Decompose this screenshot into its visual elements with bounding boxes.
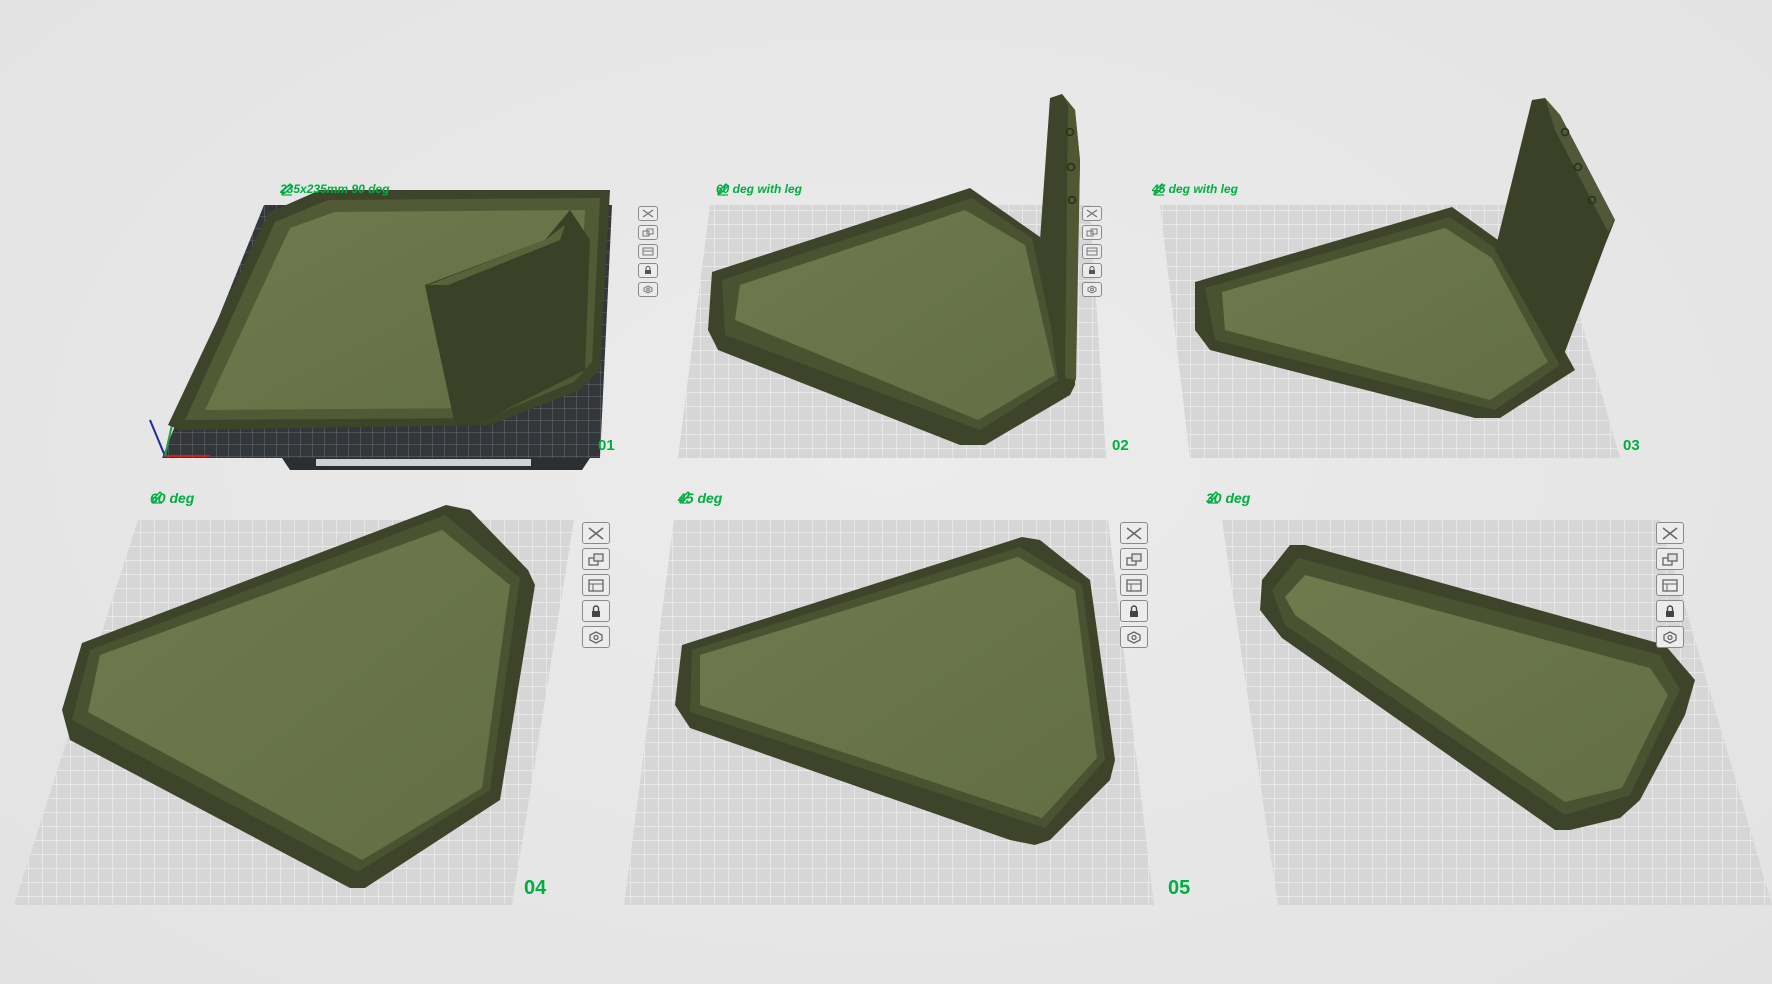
plate-05-number: 05 bbox=[1168, 877, 1191, 899]
arrange-icon bbox=[1126, 552, 1142, 566]
lock-icon bbox=[1130, 604, 1138, 617]
lock-icon bbox=[1666, 604, 1674, 617]
slice-plate-icon bbox=[588, 578, 604, 592]
plates-scene bbox=[14, 94, 1772, 905]
settings-icon bbox=[589, 630, 603, 644]
plate-01-toolbar bbox=[638, 206, 658, 297]
settings-icon bbox=[1127, 630, 1141, 644]
slice-plate-icon bbox=[1662, 578, 1678, 592]
plate-02-name[interactable]: 60 deg with leg bbox=[716, 182, 802, 196]
arrange-icon bbox=[1086, 228, 1098, 237]
close-plate-button[interactable] bbox=[1656, 522, 1684, 544]
slice-plate-button[interactable] bbox=[1120, 574, 1148, 596]
slice-plate-icon bbox=[642, 247, 654, 256]
close-icon bbox=[1662, 526, 1678, 540]
plate-06-name[interactable]: 30 deg bbox=[1206, 490, 1250, 506]
slice-plate-icon bbox=[1086, 247, 1098, 256]
edit-pencil-icon[interactable] bbox=[150, 490, 164, 504]
plate-04-number: 04 bbox=[524, 877, 547, 899]
arrange-plate-button[interactable] bbox=[1082, 225, 1102, 240]
3d-viewport[interactable]: 235x235mm 90 deg 60 deg with leg 45 deg … bbox=[0, 0, 1772, 984]
plate-02-number: 02 bbox=[1112, 437, 1129, 454]
slice-plate-button[interactable] bbox=[638, 244, 658, 259]
edit-pencil-icon[interactable] bbox=[716, 182, 730, 196]
lock-icon bbox=[645, 266, 651, 274]
settings-icon bbox=[643, 285, 653, 294]
lock-icon bbox=[592, 604, 600, 617]
plate-settings-button[interactable] bbox=[1082, 282, 1102, 297]
slice-plate-button[interactable] bbox=[1082, 244, 1102, 259]
arrange-icon bbox=[1662, 552, 1678, 566]
plate-01-name-text: 235x235mm 90 deg bbox=[280, 182, 390, 196]
lock-plate-button[interactable] bbox=[1120, 600, 1148, 622]
settings-icon bbox=[1087, 285, 1097, 294]
model-01[interactable] bbox=[168, 190, 610, 430]
lock-plate-button[interactable] bbox=[638, 263, 658, 278]
plate-05-toolbar bbox=[1120, 522, 1148, 648]
plate-settings-button[interactable] bbox=[582, 626, 610, 648]
close-plate-button[interactable] bbox=[1082, 206, 1102, 221]
close-icon bbox=[642, 209, 654, 218]
plate-settings-button[interactable] bbox=[1656, 626, 1684, 648]
edit-pencil-icon[interactable] bbox=[1206, 490, 1220, 504]
lock-icon bbox=[1089, 266, 1095, 274]
plate-04-name[interactable]: 60 deg bbox=[150, 490, 194, 506]
plate-03-number: 03 bbox=[1623, 437, 1640, 454]
plate-settings-button[interactable] bbox=[638, 282, 658, 297]
arrange-plate-button[interactable] bbox=[638, 225, 658, 240]
close-plate-button[interactable] bbox=[582, 522, 610, 544]
plate-03-name[interactable]: 45 deg with leg bbox=[1152, 182, 1238, 196]
slice-plate-button[interactable] bbox=[582, 574, 610, 596]
close-icon bbox=[1086, 209, 1098, 218]
plate-01-name[interactable]: 235x235mm 90 deg bbox=[280, 182, 389, 196]
arrange-icon bbox=[642, 228, 654, 237]
edit-pencil-icon[interactable] bbox=[280, 182, 294, 196]
arrange-plate-button[interactable] bbox=[1656, 548, 1684, 570]
arrange-icon bbox=[588, 552, 604, 566]
plate-01-number: 01 bbox=[598, 437, 615, 454]
close-plate-button[interactable] bbox=[1120, 522, 1148, 544]
settings-icon bbox=[1663, 630, 1677, 644]
close-icon bbox=[1126, 526, 1142, 540]
lock-plate-button[interactable] bbox=[1656, 600, 1684, 622]
lock-plate-button[interactable] bbox=[582, 600, 610, 622]
plate-02-toolbar bbox=[1082, 206, 1102, 297]
plate-06-toolbar bbox=[1656, 522, 1684, 648]
close-icon bbox=[588, 526, 604, 540]
edit-pencil-icon[interactable] bbox=[1152, 182, 1166, 196]
plate-04-toolbar bbox=[582, 522, 610, 648]
edit-pencil-icon[interactable] bbox=[678, 490, 692, 504]
slice-plate-icon bbox=[1126, 578, 1142, 592]
slice-plate-button[interactable] bbox=[1656, 574, 1684, 596]
lock-plate-button[interactable] bbox=[1082, 263, 1102, 278]
close-plate-button[interactable] bbox=[638, 206, 658, 221]
plate-05-name[interactable]: 45 deg bbox=[678, 490, 722, 506]
arrange-plate-button[interactable] bbox=[582, 548, 610, 570]
plate-settings-button[interactable] bbox=[1120, 626, 1148, 648]
arrange-plate-button[interactable] bbox=[1120, 548, 1148, 570]
